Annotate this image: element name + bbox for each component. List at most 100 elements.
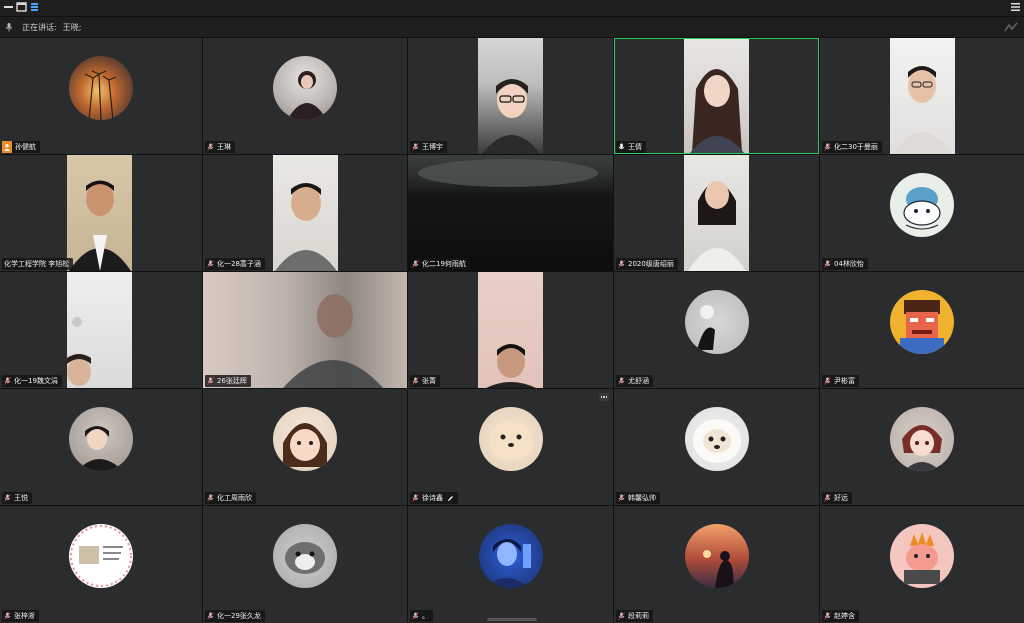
participant-name: 。 [422,612,429,620]
more-options-button[interactable] [599,393,609,401]
participant-name-tag: 王倩 [616,141,646,153]
video-feed [478,272,543,388]
participant-tile[interactable]: 孙健航 [0,38,202,154]
participant-name: 尹彬富 [834,377,855,385]
participant-tile[interactable]: 尹彬富 [820,272,1024,388]
avatar [684,524,749,588]
avatar [69,524,133,588]
mic-muted-icon [824,612,831,620]
person-icon [287,71,327,120]
participant-tile[interactable]: 赵婷含 [820,506,1024,623]
video-feed [890,38,955,154]
participant-tile[interactable]: 段莉莉 [614,506,819,623]
cat-icon [285,542,325,574]
sunset-person-icon [702,550,733,588]
participant-name: 化工周雨欣 [217,494,252,502]
mic-muted-icon [4,377,11,385]
participant-name-tag: 王悦 [2,492,32,504]
pencil-icon[interactable] [447,495,454,502]
speaker-mic-icon [5,23,13,32]
participant-tile[interactable]: 化二19何雨航 [408,155,613,271]
participant-name-tag: 段莉莉 [616,610,653,622]
participant-tile[interactable]: 王悦 [0,389,202,505]
participant-name: 化二19何雨航 [422,260,466,268]
participant-tile[interactable]: 化工周雨欣 [203,389,407,505]
participant-tile[interactable]: 。 [408,506,613,623]
avatar [684,407,749,471]
mic-muted-icon [207,260,214,268]
participant-name-tag: 张梓淅 [2,610,39,622]
participant-name: 王琳 [217,143,231,151]
avatar [69,56,133,120]
participant-tile[interactable]: 化一19魏文涓 [0,272,202,388]
participant-tile[interactable]: 26张廷辉 [203,272,407,388]
participant-name: 韩馨弘帅 [628,494,656,502]
speaker-bar: 正在讲话: 王晓; [0,17,1024,38]
participant-name: 化一19魏文涓 [14,377,58,385]
avatar [478,524,543,588]
avatar [273,524,337,588]
person-icon [275,183,337,271]
cartoon-icon [904,532,940,584]
participant-name-tag: 04林欣怡 [822,258,868,270]
person-icon [484,539,531,588]
child-icon [283,423,327,467]
signal-icon[interactable] [1004,22,1018,32]
avatar [890,407,954,471]
participant-name-tag: 好远 [822,492,852,504]
participant-name: 徐诗鑫 [422,494,443,502]
participant-tile[interactable]: 化一29张久龙 [203,506,407,623]
mic-muted-icon [412,377,419,385]
video-feed [408,155,613,271]
participant-tile[interactable]: 王琳 [203,38,407,154]
participant-tile[interactable]: 04林欣怡 [820,155,1024,271]
video-feed [684,39,749,153]
participant-name: 张菁 [422,377,436,385]
minimize-icon[interactable] [3,2,14,12]
video-grid: 孙健航 王琳 王博宇 王倩 化二30于曼丽 化学工程学院 李旭松 化一28蒿子涵… [0,38,1024,623]
participant-tile[interactable]: 化二30于曼丽 [820,38,1024,154]
participant-name-tag: 王博宇 [410,141,447,153]
participant-tile[interactable]: 2020级唐绍丽 [614,155,819,271]
participant-tile-active[interactable]: 王倩 [614,38,819,154]
video-feed [203,272,407,388]
person-icon [283,294,383,388]
participant-name: 化一28蒿子涵 [217,260,261,268]
stack-icon[interactable] [29,2,40,12]
mic-muted-icon [207,377,214,385]
mic-muted-icon [207,143,214,151]
participant-name: 好远 [834,494,848,502]
mic-muted-icon [207,494,214,502]
speaking-name: 王晓; [62,22,82,32]
participant-name: 26张廷辉 [217,377,247,385]
mic-muted-icon [824,377,831,385]
mic-muted-icon [4,494,11,502]
participant-tile[interactable]: 好远 [820,389,1024,505]
card-image-icon [70,525,132,587]
person-icon [77,426,123,471]
participant-name-tag: 化学工程学院 李旭松 [2,258,74,270]
participant-tile[interactable]: 韩馨弘帅 [614,389,819,505]
participant-name: 王悦 [14,494,28,502]
participant-name-tag: 王琳 [205,141,235,153]
participant-tile[interactable]: 王博宇 [408,38,613,154]
person-icon [69,180,131,271]
mic-muted-icon [618,260,625,268]
palm-tree-icon [84,70,117,120]
participant-tile[interactable]: 徐诗鑫 [408,389,613,505]
participant-name-tag: 化工周雨欣 [205,492,256,504]
mic-muted-icon [412,494,419,502]
dog-icon [488,421,533,461]
participant-tile[interactable]: 尤舒涵 [614,272,819,388]
participant-name: 化一29张久龙 [217,612,261,620]
window-icon[interactable] [16,2,27,12]
participant-tile[interactable]: 张梓淅 [0,506,202,623]
participant-tile[interactable]: 化一28蒿子涵 [203,155,407,271]
participant-tile[interactable]: 化学工程学院 李旭松 [0,155,202,271]
participant-name: 尤舒涵 [628,377,649,385]
participant-tile[interactable]: 张菁 [408,272,613,388]
participant-name-tag: 化一28蒿子涵 [205,258,265,270]
person-icon [696,305,715,350]
menu-icon[interactable] [1010,2,1021,12]
participant-name: 化二30于曼丽 [834,143,878,151]
